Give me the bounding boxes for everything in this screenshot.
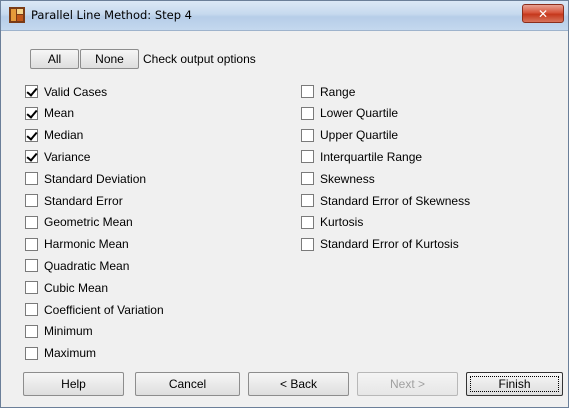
option-label: Standard Error of Skewness bbox=[320, 193, 471, 208]
option-checkbox[interactable] bbox=[25, 259, 38, 273]
option-checkbox[interactable] bbox=[301, 172, 314, 186]
option-maximum[interactable]: Maximum bbox=[25, 345, 96, 362]
help-button[interactable]: Help bbox=[23, 372, 124, 396]
option-geometric-mean[interactable]: Geometric Mean bbox=[25, 214, 133, 231]
option-label: Standard Deviation bbox=[44, 171, 147, 186]
option-label: Variance bbox=[44, 149, 91, 164]
option-quadratic-mean[interactable]: Quadratic Mean bbox=[25, 257, 129, 274]
option-checkbox[interactable] bbox=[25, 281, 38, 295]
option-label: Valid Cases bbox=[44, 84, 108, 99]
option-checkbox[interactable] bbox=[25, 85, 38, 98]
select-all-button[interactable]: All bbox=[30, 49, 79, 69]
close-button[interactable]: ✕ bbox=[522, 4, 564, 23]
option-checkbox[interactable] bbox=[301, 128, 314, 142]
option-range[interactable]: Range bbox=[301, 83, 355, 100]
option-upper-quartile[interactable]: Upper Quartile bbox=[301, 127, 398, 144]
option-minimum[interactable]: Minimum bbox=[25, 323, 93, 340]
option-label: Cubic Mean bbox=[44, 280, 109, 295]
option-variance[interactable]: Variance bbox=[25, 148, 90, 165]
option-skewness[interactable]: Skewness bbox=[301, 170, 375, 187]
option-checkbox[interactable] bbox=[301, 194, 314, 207]
option-checkbox[interactable] bbox=[25, 237, 38, 251]
option-label: Maximum bbox=[44, 346, 97, 361]
option-cubic-mean[interactable]: Cubic Mean bbox=[25, 279, 108, 296]
option-label: Kurtosis bbox=[320, 215, 364, 230]
cancel-label: Cancel bbox=[168, 377, 207, 391]
help-label: Help bbox=[61, 377, 86, 391]
back-button[interactable]: < Back bbox=[248, 372, 349, 396]
option-label: Mean bbox=[44, 106, 75, 121]
title-bar[interactable]: Parallel Line Method: Step 4 ✕ bbox=[1, 1, 568, 31]
option-checkbox[interactable] bbox=[25, 172, 38, 186]
option-checkbox[interactable] bbox=[301, 85, 314, 98]
app-icon bbox=[9, 7, 25, 23]
option-valid-cases[interactable]: Valid Cases bbox=[25, 83, 107, 100]
option-standard-error-of-skewness[interactable]: Standard Error of Skewness bbox=[301, 192, 470, 209]
option-label: Interquartile Range bbox=[320, 149, 423, 164]
option-harmonic-mean[interactable]: Harmonic Mean bbox=[25, 236, 129, 253]
option-label: Median bbox=[44, 128, 84, 143]
next-label: Next > bbox=[389, 377, 425, 391]
option-median[interactable]: Median bbox=[25, 127, 83, 144]
option-label: Lower Quartile bbox=[320, 106, 399, 121]
option-standard-deviation[interactable]: Standard Deviation bbox=[25, 170, 146, 187]
option-label: Geometric Mean bbox=[44, 215, 133, 230]
option-label: Range bbox=[320, 84, 356, 99]
option-checkbox[interactable] bbox=[25, 303, 38, 316]
option-standard-error-of-kurtosis[interactable]: Standard Error of Kurtosis bbox=[301, 236, 459, 253]
option-checkbox[interactable] bbox=[301, 237, 314, 251]
option-checkbox[interactable] bbox=[25, 106, 38, 120]
select-none-label: None bbox=[95, 52, 124, 66]
finish-label: Finish bbox=[498, 377, 531, 391]
option-checkbox[interactable] bbox=[25, 346, 38, 360]
close-icon: ✕ bbox=[537, 6, 549, 21]
option-coefficient-of-variation[interactable]: Coefficient of Variation bbox=[25, 301, 164, 318]
option-checkbox[interactable] bbox=[301, 150, 314, 164]
option-checkbox[interactable] bbox=[25, 324, 38, 338]
option-label: Minimum bbox=[44, 324, 93, 339]
option-label: Upper Quartile bbox=[320, 128, 399, 143]
option-checkbox[interactable] bbox=[25, 128, 38, 142]
option-label: Standard Error bbox=[44, 193, 123, 208]
check-output-options-label: Check output options bbox=[143, 52, 256, 66]
option-label: Coefficient of Variation bbox=[44, 302, 164, 317]
option-checkbox[interactable] bbox=[25, 150, 38, 164]
option-label: Harmonic Mean bbox=[44, 237, 129, 252]
option-interquartile-range[interactable]: Interquartile Range bbox=[301, 148, 422, 165]
window-title: Parallel Line Method: Step 4 bbox=[31, 8, 192, 22]
select-none-button[interactable]: None bbox=[80, 49, 139, 69]
finish-button[interactable]: Finish bbox=[466, 372, 563, 396]
option-standard-error[interactable]: Standard Error bbox=[25, 192, 123, 209]
cancel-button[interactable]: Cancel bbox=[135, 372, 240, 396]
option-label: Standard Error of Kurtosis bbox=[320, 237, 459, 252]
option-mean[interactable]: Mean bbox=[25, 105, 74, 122]
back-label: < Back bbox=[279, 377, 318, 391]
option-checkbox[interactable] bbox=[301, 106, 314, 120]
option-label: Skewness bbox=[320, 171, 375, 186]
option-label: Quadratic Mean bbox=[44, 258, 130, 273]
option-kurtosis[interactable]: Kurtosis bbox=[301, 214, 363, 231]
select-all-label: All bbox=[47, 52, 62, 66]
option-checkbox[interactable] bbox=[301, 215, 314, 229]
dialog-window: Parallel Line Method: Step 4 ✕ All None … bbox=[0, 0, 569, 408]
option-checkbox[interactable] bbox=[25, 215, 38, 229]
next-button[interactable]: Next > bbox=[357, 372, 458, 396]
option-lower-quartile[interactable]: Lower Quartile bbox=[301, 105, 398, 122]
option-checkbox[interactable] bbox=[25, 194, 38, 207]
